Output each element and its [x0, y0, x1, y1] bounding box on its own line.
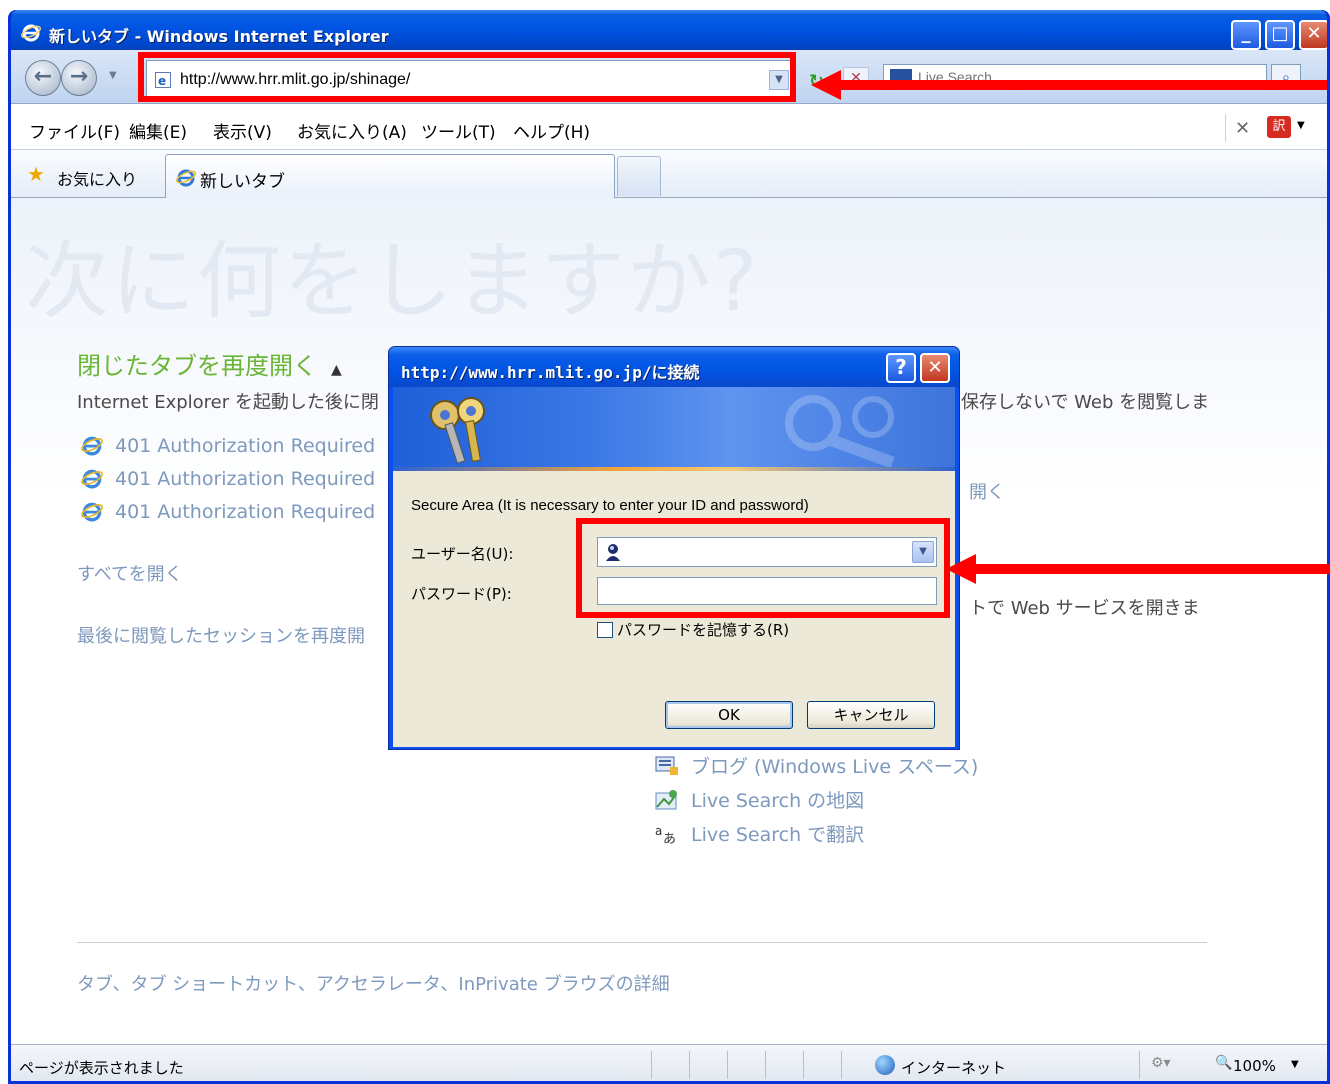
cancel-button[interactable]: キャンセル	[807, 701, 935, 729]
menu-help[interactable]: ヘルプ(H)	[513, 118, 590, 143]
reopen-section-desc: Internet Explorer を起動した後に閉	[77, 392, 379, 413]
internet-zone-icon	[875, 1055, 895, 1075]
menu-file[interactable]: ファイル(F)	[29, 118, 120, 143]
security-zone[interactable]: インターネット	[901, 1057, 1006, 1078]
highlight-arrow-head-credentials	[946, 554, 976, 584]
map-icon	[655, 790, 677, 810]
window-title: 新しいタブ - Windows Internet Explorer	[49, 27, 389, 46]
status-separator	[841, 1051, 842, 1079]
keys-watermark-icon	[785, 395, 895, 467]
status-separator	[727, 1051, 728, 1079]
service-link-maps[interactable]: Live Search の地図	[655, 786, 864, 813]
inprivate-desc: 保存しないで Web を閲覧しま	[961, 392, 1210, 413]
favorites-button[interactable]: お気に入り	[57, 166, 137, 190]
status-separator	[803, 1051, 804, 1079]
dialog-close-button[interactable]: ✕	[920, 353, 950, 383]
help-button[interactable]: ?	[886, 353, 916, 383]
svg-text:a: a	[655, 824, 662, 838]
dialog-title: http://www.hrr.mlit.go.jp/に接続	[401, 363, 700, 382]
closed-tab-link[interactable]: 401 Authorization Required	[81, 500, 375, 523]
page-hero-heading: 次に何をしますか?	[25, 232, 760, 330]
password-label: パスワード(P):	[411, 585, 512, 603]
ie-logo-icon	[21, 24, 41, 42]
service-link-blog[interactable]: ブログ (Windows Live スペース)	[655, 752, 978, 779]
dialog-title-bar[interactable]: http://www.hrr.mlit.go.jp/に接続 ? ✕	[389, 347, 959, 387]
banner-glow	[393, 467, 955, 471]
keys-icon	[430, 397, 485, 464]
ie-page-icon	[81, 502, 103, 522]
status-separator	[765, 1051, 766, 1079]
inprivate-open-link[interactable]: 開く	[969, 478, 1005, 504]
new-tab-button[interactable]	[617, 156, 661, 196]
favorites-star-icon[interactable]: ★	[27, 164, 45, 184]
minimize-button[interactable]: _	[1231, 20, 1261, 50]
translate-service-icon: a あ	[655, 824, 676, 845]
zoom-dropdown-icon[interactable]: ▼	[1291, 1059, 1299, 1070]
ie-tab-icon	[176, 169, 196, 187]
highlight-arrow-address	[839, 80, 1327, 90]
menu-tools[interactable]: ツール(T)	[421, 118, 496, 143]
menu-bar: ファイル(F) 編集(E) 表示(V) お気に入り(A) ツール(T) ヘルプ(…	[11, 104, 1327, 150]
highlight-box-address	[138, 52, 796, 102]
highlight-box-credentials	[576, 518, 950, 618]
highlight-arrow-head-address	[811, 70, 841, 100]
username-label: ユーザー名(U):	[411, 545, 514, 563]
remember-password-label: パスワードを記憶する(R)	[617, 621, 790, 639]
accelerator-desc: トで Web サービスを開きま	[969, 598, 1200, 619]
status-separator	[689, 1051, 690, 1079]
tab-label: 新しいタブ	[200, 172, 285, 192]
highlight-arrow-credentials	[976, 564, 1330, 574]
divider	[77, 942, 1207, 943]
title-bar[interactable]: 新しいタブ - Windows Internet Explorer _ □ ✕	[11, 10, 1327, 50]
back-button[interactable]: ←	[25, 60, 61, 96]
blog-icon	[655, 756, 678, 775]
tab-new-tab[interactable]: 新しいタブ	[165, 154, 615, 198]
toolbar-separator	[1225, 114, 1226, 142]
translate-dropdown-icon[interactable]: ▼	[1297, 120, 1305, 131]
collapse-icon[interactable]: ▲	[331, 362, 342, 378]
menu-favorites[interactable]: お気に入り(A)	[297, 118, 407, 143]
zoom-level[interactable]: 100%	[1233, 1057, 1276, 1075]
reopen-session-link[interactable]: 最後に閲覧したセッションを再度開	[77, 622, 365, 648]
forward-button[interactable]: →	[61, 60, 97, 96]
learn-more-link[interactable]: タブ、タブ ショートカット、アクセラレータ、InPrivate ブラウズの詳細	[77, 970, 670, 996]
favorites-bar: ★ お気に入り 新しいタブ	[11, 150, 1327, 198]
protected-mode-icon[interactable]: ⚙▾	[1151, 1055, 1171, 1075]
translate-icon[interactable]: 訳	[1267, 116, 1291, 138]
status-separator	[651, 1051, 652, 1079]
ie-page-icon	[81, 469, 103, 489]
dialog-banner	[393, 387, 955, 471]
checkbox-box[interactable]	[597, 622, 613, 638]
close-button[interactable]: ✕	[1299, 20, 1327, 50]
status-text: ページが表示されました	[19, 1059, 184, 1077]
maximize-button[interactable]: □	[1265, 20, 1295, 50]
zoom-icon[interactable]: 🔍	[1215, 1055, 1232, 1071]
service-link-translate[interactable]: a あ Live Search で翻訳	[655, 820, 864, 847]
open-all-link[interactable]: すべてを開く	[77, 560, 183, 586]
dialog-message: Secure Area (It is necessary to enter yo…	[411, 497, 809, 514]
svg-text:あ: あ	[663, 832, 676, 845]
closed-tab-link[interactable]: 401 Authorization Required	[81, 467, 375, 490]
ok-button[interactable]: OK	[665, 701, 793, 729]
remember-password-checkbox[interactable]: パスワードを記憶する(R)	[597, 619, 789, 640]
close-toolbar-icon[interactable]: ✕	[1235, 118, 1250, 139]
menu-edit[interactable]: 編集(E)	[129, 118, 187, 143]
status-separator	[1139, 1051, 1140, 1079]
recent-pages-dropdown-icon[interactable]: ▼	[109, 70, 117, 81]
menu-view[interactable]: 表示(V)	[213, 118, 272, 143]
status-bar: ページが表示されました インターネット ⚙▾ 🔍 100% ▼	[11, 1044, 1327, 1081]
closed-tab-link[interactable]: 401 Authorization Required	[81, 434, 375, 457]
ie-page-icon	[81, 436, 103, 456]
reopen-section-title[interactable]: 閉じたタブを再度開く ▲	[77, 346, 342, 381]
